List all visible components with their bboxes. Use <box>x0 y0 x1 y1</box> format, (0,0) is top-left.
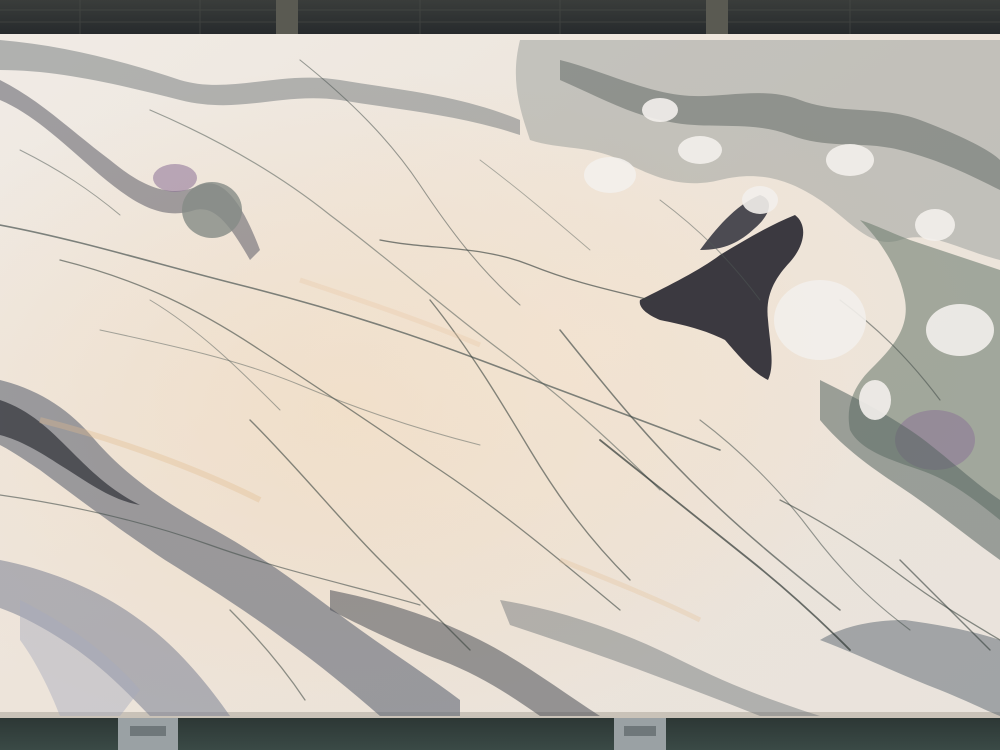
backdrop-beam-right <box>706 0 728 38</box>
backdrop-beam-left <box>276 0 298 38</box>
marble-slab-photo <box>0 0 1000 750</box>
photo-scene <box>0 0 1000 750</box>
